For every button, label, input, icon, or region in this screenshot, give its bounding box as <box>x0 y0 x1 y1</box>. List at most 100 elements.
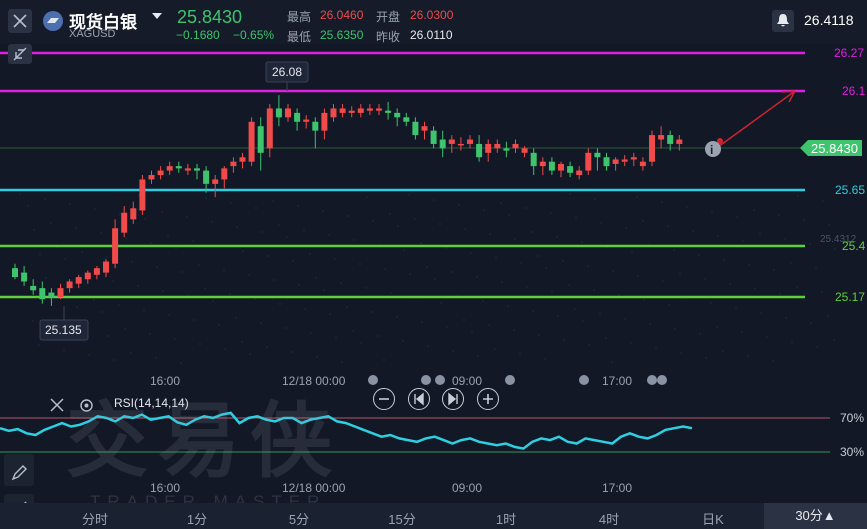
candle-body <box>521 148 528 153</box>
candle-body <box>467 139 473 144</box>
candle-body <box>148 175 155 180</box>
candles <box>12 95 683 306</box>
rsi-level-70-label: 70% <box>840 411 864 425</box>
candle-body <box>585 152 592 171</box>
minus-icon <box>379 398 389 400</box>
zoom-in-button[interactable] <box>477 388 499 410</box>
open-value: 26.0300 <box>410 8 454 22</box>
candle-body <box>658 135 665 140</box>
open-label: 开盘 <box>376 10 401 24</box>
price-label-25-4: 25.4 <box>842 239 866 253</box>
rsi-level-30-label: 30% <box>840 445 864 459</box>
candle-body <box>112 228 119 264</box>
candle-body <box>485 143 492 153</box>
candle-body <box>212 179 219 184</box>
candle-body <box>339 108 346 113</box>
draw-tool-button[interactable] <box>4 460 34 486</box>
time-label-bottom-4: 17:00 <box>602 481 632 495</box>
chevron-down-icon[interactable] <box>152 13 162 19</box>
chart-area[interactable]: 26.27 26.1 25.65 25.4312 25.4 25.17 25.8… <box>0 44 867 529</box>
candle-body <box>230 161 237 167</box>
candle-body <box>494 143 501 149</box>
candle-body <box>130 208 137 220</box>
candle-body <box>594 152 601 158</box>
price-label-26-1: 26.1 <box>842 84 866 98</box>
candle-body <box>376 108 382 111</box>
alert-button[interactable] <box>772 10 794 32</box>
candle-body <box>366 108 373 111</box>
tab-30min[interactable]: 30分▲ <box>764 503 867 529</box>
candle-body <box>121 212 128 233</box>
candle-body <box>66 281 73 289</box>
skip-forward-icon <box>448 392 458 406</box>
candle-body <box>439 139 446 149</box>
current-price-tag-text: 25.8430 <box>811 141 858 156</box>
tab-15min[interactable]: 15分 <box>377 509 427 528</box>
expand-icon <box>13 47 27 61</box>
price-label-26-27: 26.27 <box>834 46 864 60</box>
axis-top-price: 26.4118 <box>804 12 854 28</box>
fullscreen-button[interactable] <box>8 44 32 64</box>
candle-body <box>203 170 210 184</box>
candle-body <box>667 135 674 144</box>
candle-body <box>539 161 546 167</box>
candle-body <box>75 277 82 284</box>
candle-body <box>612 159 619 164</box>
candle-body <box>175 166 182 169</box>
close-button[interactable] <box>8 9 32 33</box>
candle-body <box>348 110 355 113</box>
candle-body <box>512 143 519 149</box>
tab-timeline[interactable]: 分时 <box>70 509 120 528</box>
candle-body <box>567 166 574 173</box>
watermark-logo: 交易侠 <box>66 396 343 487</box>
pencil-icon <box>11 465 27 481</box>
trend-arrow[interactable] <box>717 90 796 148</box>
prev-close-label: 昨收 <box>376 30 401 44</box>
bell-icon <box>777 14 789 27</box>
price-change-percent: −0.65% <box>233 28 275 42</box>
candle-body <box>676 139 683 144</box>
time-label-3: 09:00 <box>452 374 482 388</box>
time-label-bottom-3: 09:00 <box>452 481 482 495</box>
header-bar: 现货白银 XAGUSD 25.8430 −0.1680 −0.65% 最高 26… <box>0 0 867 44</box>
candle-body <box>649 135 655 162</box>
high-marker: 26.08 <box>272 65 302 79</box>
candle-body <box>257 126 264 153</box>
candle-body <box>430 130 437 144</box>
candle-body <box>621 159 628 162</box>
zoom-out-button[interactable] <box>373 388 395 410</box>
tab-5min[interactable]: 5分 <box>274 509 324 528</box>
candle-body <box>321 112 328 131</box>
candle-body <box>385 110 392 113</box>
plus-icon <box>483 394 493 404</box>
candle-body <box>275 108 282 118</box>
candle-body <box>21 272 28 282</box>
low-label: 最低 <box>287 30 312 44</box>
high-label: 最高 <box>287 10 312 24</box>
time-label-4: 17:00 <box>602 374 632 388</box>
candle-body <box>457 143 464 146</box>
current-price: 25.8430 <box>177 7 243 27</box>
candle-body <box>448 139 455 144</box>
candle-body <box>103 261 109 273</box>
candle-body <box>285 108 291 118</box>
candle-body <box>93 268 100 275</box>
silver-logo-icon <box>43 11 63 31</box>
tab-1min[interactable]: 1分 <box>172 509 222 528</box>
candle-body <box>630 157 637 160</box>
candle-body <box>248 121 255 162</box>
close-indicator-icon[interactable] <box>50 398 64 412</box>
tab-4hour[interactable]: 4时 <box>584 509 634 528</box>
candle-body <box>576 170 583 175</box>
candle-body <box>166 166 173 171</box>
price-change: −0.1680 <box>176 28 220 42</box>
candle-body <box>12 268 18 278</box>
low-marker: 25.135 <box>45 323 82 337</box>
tab-daily[interactable]: 日K <box>688 509 738 528</box>
scroll-start-button[interactable] <box>408 388 430 410</box>
price-label-25-17: 25.17 <box>835 290 865 304</box>
low-value: 25.6350 <box>320 28 364 42</box>
symbol-code: XAGUSD <box>69 28 116 40</box>
scroll-end-button[interactable] <box>442 388 464 410</box>
tab-1hour[interactable]: 1时 <box>481 509 531 528</box>
